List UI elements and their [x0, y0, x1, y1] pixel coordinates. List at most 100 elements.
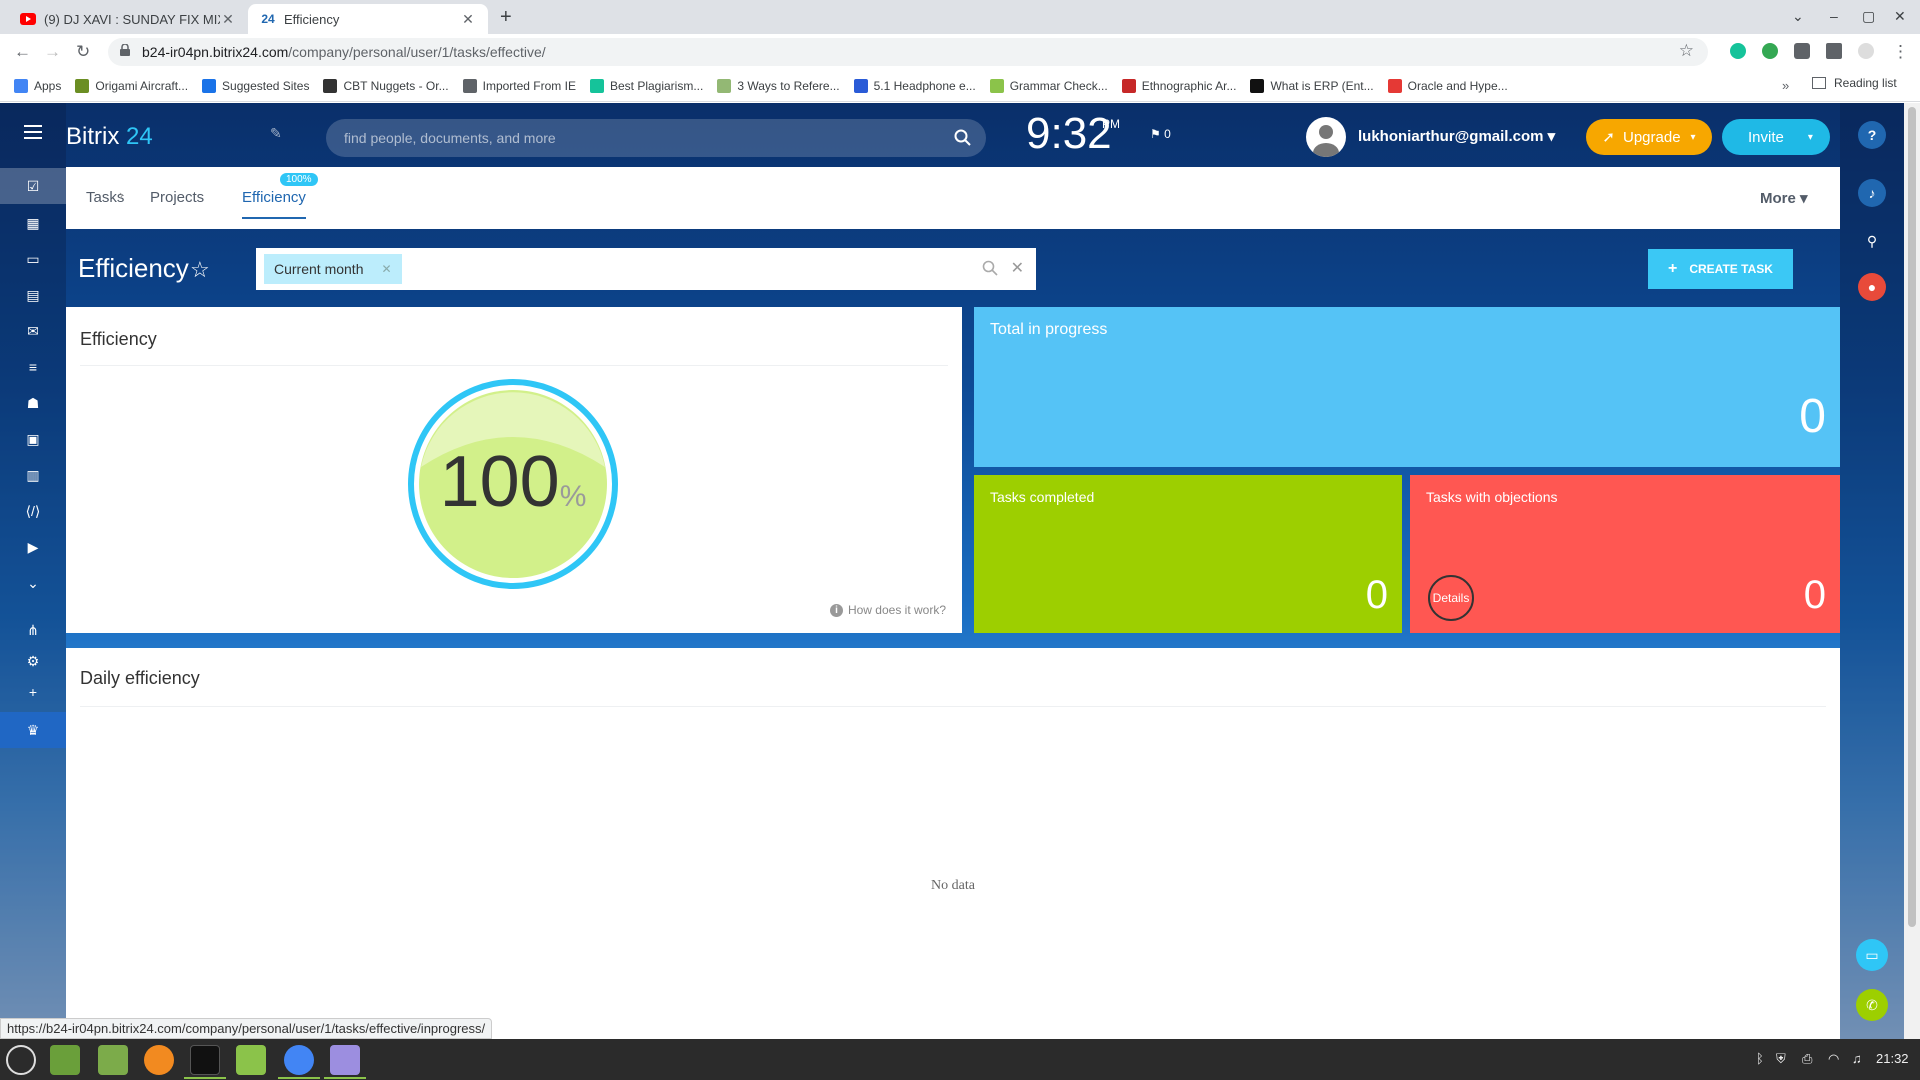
subnav-more[interactable]: More ▾	[1760, 189, 1808, 207]
subnav-efficiency[interactable]: Efficiency	[242, 189, 306, 219]
address-bar[interactable]: b24-ir04pn.bitrix24.com/company/personal…	[108, 38, 1708, 66]
details-button[interactable]: Details	[1428, 575, 1474, 621]
window-close-icon[interactable]: ✕	[1894, 8, 1906, 25]
video-nav-icon[interactable]: ▶	[21, 535, 45, 559]
header-clock[interactable]: 9:32 PM	[1026, 109, 1120, 159]
mint-update-icon[interactable]	[236, 1045, 266, 1075]
edit-pencil-icon[interactable]: ✎	[270, 125, 282, 142]
bookmark-item[interactable]: Ethnographic Ar...	[1121, 78, 1236, 93]
shield-icon[interactable]: ⛨	[1776, 1051, 1786, 1067]
bookmark-item[interactable]: Suggested Sites	[202, 78, 309, 93]
phone-call-icon[interactable]: ✆	[1856, 989, 1888, 1021]
extension-b-icon[interactable]	[1762, 43, 1778, 59]
maximize-icon[interactable]: ▢	[1862, 8, 1875, 25]
global-search-input[interactable]: find people, documents, and more	[326, 119, 986, 157]
bookmark-item[interactable]: 5.1 Headphone e...	[853, 78, 976, 93]
add-nav-icon[interactable]: +	[21, 680, 45, 704]
how-does-it-work-link[interactable]: i How does it work?	[829, 603, 946, 617]
bookmark-star-icon[interactable]: ☆	[1679, 41, 1694, 61]
user-avatar-icon[interactable]: ●	[1858, 273, 1886, 301]
bookmark-item[interactable]: Oracle and Hype...	[1387, 78, 1508, 93]
profile-icon[interactable]	[1858, 43, 1874, 59]
search-icon[interactable]: ⚲	[1858, 227, 1886, 255]
avatar[interactable]	[1306, 117, 1346, 157]
reading-list-button[interactable]: Reading list	[1812, 76, 1897, 90]
browser-tab-efficiency[interactable]: 24 Efficiency ✕	[248, 4, 488, 34]
robot-nav-icon[interactable]: ☗	[21, 391, 45, 415]
back-icon[interactable]: ←	[14, 42, 31, 62]
flag-counter[interactable]: ⚑ 0	[1150, 127, 1171, 141]
search-icon[interactable]	[982, 260, 998, 276]
cbt-icon	[323, 78, 338, 93]
upgrade-button[interactable]: ➚ Upgrade ▾	[1586, 119, 1712, 155]
clear-filter-icon[interactable]: ✕	[1011, 258, 1024, 278]
page-scrollbar[interactable]	[1904, 103, 1920, 1039]
filter-chip[interactable]: Current month ✕	[264, 254, 402, 284]
close-tab-icon[interactable]: ✕	[220, 11, 236, 28]
firefox-icon[interactable]	[144, 1045, 174, 1075]
tile-in-progress[interactable]: Total in progress 0	[974, 307, 1840, 467]
tasks-nav-icon[interactable]: ☑	[0, 168, 66, 204]
settings-nav-icon[interactable]: ⚙	[21, 649, 45, 673]
volume-icon[interactable]: ♫	[1852, 1051, 1862, 1066]
contacts-nav-icon[interactable]: ▣	[21, 427, 45, 451]
bookmark-item[interactable]: Imported From IE	[462, 78, 576, 93]
subnav-projects[interactable]: Projects	[150, 189, 204, 206]
grammarly-extension-icon[interactable]	[1730, 43, 1746, 59]
drive-nav-icon[interactable]: ▭	[21, 247, 45, 271]
screen-share-icon[interactable]: ▭	[1856, 939, 1888, 971]
chrome-icon[interactable]	[284, 1045, 314, 1075]
media-control-icon[interactable]	[1826, 43, 1842, 59]
text-editor-icon[interactable]	[330, 1045, 360, 1075]
mail-nav-icon[interactable]: ✉	[21, 319, 45, 343]
favorite-star-icon[interactable]: ☆	[190, 257, 210, 283]
chat-nav-icon[interactable]: ▤	[21, 283, 45, 307]
invite-button[interactable]: Invite ▾	[1722, 119, 1830, 155]
more-nav-icon[interactable]: ⌄	[21, 571, 45, 595]
sitemap-nav-icon[interactable]: ⋔	[21, 618, 45, 642]
bitrix24-logo[interactable]: Bitrix 24	[66, 123, 153, 151]
new-tab-button[interactable]: +	[500, 6, 512, 29]
crown-nav-icon[interactable]: ♛	[0, 712, 66, 748]
browser-menu-icon[interactable]: ⋮	[1892, 42, 1909, 62]
code-nav-icon[interactable]: ⟨/⟩	[21, 499, 45, 523]
terminal-icon[interactable]	[190, 1045, 220, 1075]
knowledge-nav-icon[interactable]: ▥	[21, 463, 45, 487]
search-icon[interactable]	[954, 129, 972, 147]
tile-tasks-objections[interactable]: Tasks with objections Details 0	[1410, 475, 1840, 633]
bitrix24-icon: 24	[261, 12, 275, 26]
bookmark-item[interactable]: 3 Ways to Refere...	[717, 78, 840, 93]
files-icon[interactable]	[98, 1045, 128, 1075]
minimize-icon[interactable]: –	[1830, 8, 1838, 24]
bookmark-item[interactable]: Origami Aircraft...	[75, 78, 188, 93]
more-bookmarks-button[interactable]: »	[1782, 78, 1789, 93]
wifi-icon[interactable]: ◠	[1828, 1051, 1839, 1067]
forward-icon[interactable]: →	[44, 42, 61, 62]
bluetooth-icon[interactable]: ᛒ	[1756, 1051, 1764, 1066]
tile-tasks-completed[interactable]: Tasks completed 0	[974, 475, 1402, 633]
taskbar-clock[interactable]: 21:32	[1876, 1051, 1909, 1066]
mint-menu-icon[interactable]	[6, 1045, 36, 1075]
close-tab-icon[interactable]: ✕	[460, 11, 476, 28]
browser-tab-youtube[interactable]: (9) DJ XAVI : SUNDAY FIX MIX ✕	[8, 4, 248, 34]
user-menu[interactable]: lukhoniarthur@gmail.com ▾	[1358, 127, 1555, 145]
create-task-button[interactable]: + CREATE TASK	[1648, 249, 1793, 289]
extensions-puzzle-icon[interactable]	[1794, 43, 1810, 59]
reload-icon[interactable]: ↻	[76, 42, 90, 62]
chip-close-icon[interactable]: ✕	[381, 262, 391, 276]
tab-search-icon[interactable]: ⌄	[1792, 8, 1804, 25]
bookmark-item[interactable]: Grammar Check...	[989, 78, 1108, 93]
bookmark-item[interactable]: Apps	[14, 78, 61, 93]
printer-icon[interactable]: ⎙	[1802, 1051, 1812, 1067]
bookmark-item[interactable]: What is ERP (Ent...	[1250, 78, 1374, 93]
menu-burger-icon[interactable]	[24, 125, 42, 139]
info-icon: i	[829, 603, 843, 617]
help-icon[interactable]: ?	[1858, 121, 1886, 149]
filter-search-input[interactable]: Current month ✕ ✕	[256, 248, 1036, 290]
bookmark-item[interactable]: CBT Nuggets - Or...	[323, 78, 449, 93]
calendar-nav-icon[interactable]: ▦	[21, 211, 45, 235]
show-desktop-icon[interactable]	[50, 1045, 80, 1075]
notifications-bell-icon[interactable]: ♪	[1858, 179, 1886, 207]
bookmark-item[interactable]: Best Plagiarism...	[589, 78, 703, 93]
filter-nav-icon[interactable]: ≡	[21, 355, 45, 379]
